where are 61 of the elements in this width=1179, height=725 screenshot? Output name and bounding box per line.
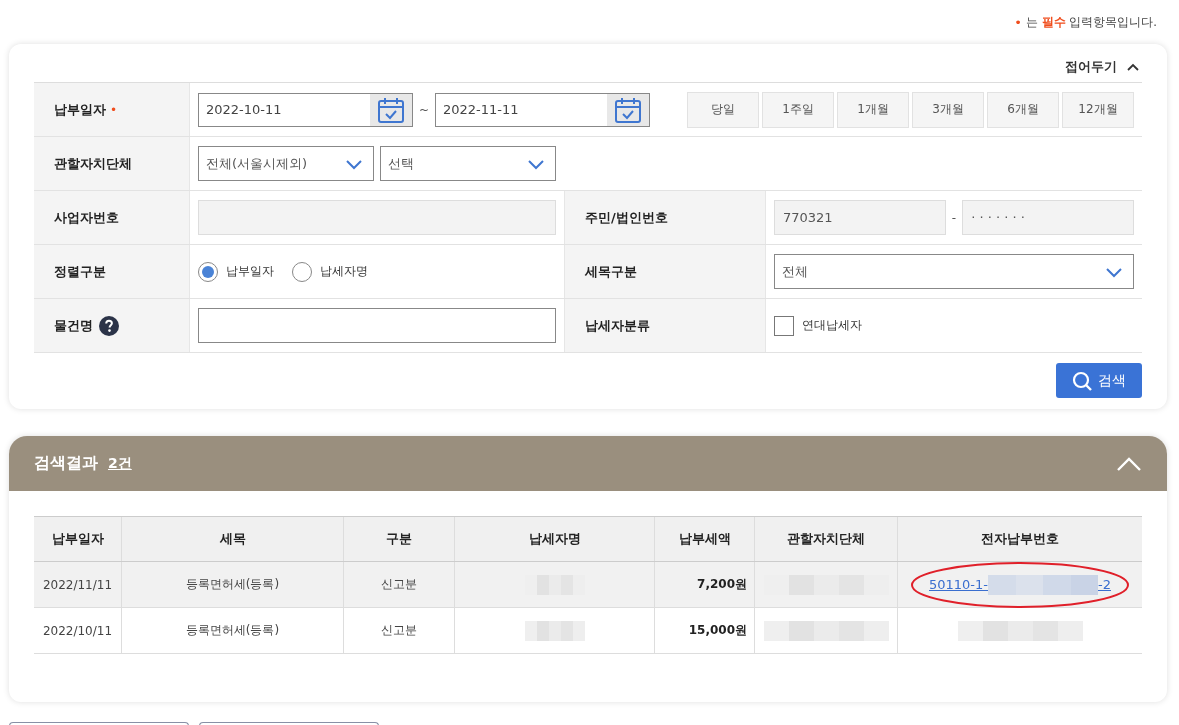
field-label: 주민/법인번호 bbox=[585, 208, 668, 227]
chevron-up-icon bbox=[1116, 455, 1142, 472]
select-dropdown[interactable]: 선택 bbox=[380, 146, 556, 181]
search-button[interactable]: 검색 bbox=[1056, 363, 1142, 398]
radio-label: 납세자명 bbox=[320, 263, 368, 280]
column-header: 납세자명 bbox=[455, 517, 655, 561]
chevron-down-icon bbox=[345, 157, 363, 170]
input-field[interactable] bbox=[198, 308, 556, 343]
table-cell: 15,000원 bbox=[655, 608, 755, 653]
column-header: 관할자치단체 bbox=[755, 517, 898, 561]
search-icon bbox=[1072, 370, 1092, 391]
period-button[interactable]: 1주일 bbox=[762, 91, 834, 128]
period-button[interactable]: 3개월 bbox=[912, 91, 984, 128]
checkbox-label: 연대납세자 bbox=[802, 317, 862, 334]
date-field[interactable]: 2022-11-11 bbox=[435, 92, 650, 127]
range-separator: ~ bbox=[418, 102, 430, 117]
table-cell: 7,200원 bbox=[655, 562, 755, 607]
period-button[interactable]: 6개월 bbox=[987, 91, 1059, 128]
radio-label: 납부일자 bbox=[226, 263, 274, 280]
period-button[interactable]: 1개월 bbox=[837, 91, 909, 128]
collapse-button[interactable]: 접어두기 bbox=[1065, 58, 1139, 76]
collapse-button[interactable] bbox=[1116, 455, 1142, 472]
required-mark: • bbox=[1014, 14, 1023, 30]
field-label: 정렬구분 bbox=[54, 262, 106, 281]
chevron-down-icon bbox=[527, 157, 545, 170]
period-button[interactable]: 12개월 bbox=[1062, 91, 1134, 128]
calendar-button[interactable] bbox=[369, 93, 412, 126]
redacted-mark bbox=[524, 620, 585, 641]
table-cell: 2022/11/11 bbox=[34, 562, 122, 607]
required-dot: • bbox=[110, 102, 118, 117]
results-title: 검색결과 bbox=[34, 453, 98, 474]
field-label: 세목구분 bbox=[585, 262, 637, 281]
calendar-icon bbox=[614, 95, 642, 124]
payment-number-link[interactable]: -2 bbox=[1098, 577, 1111, 592]
payment-number-link[interactable]: 50110-1- bbox=[929, 577, 988, 592]
column-header: 세목 bbox=[122, 517, 344, 561]
field-label: 사업자번호 bbox=[54, 208, 119, 227]
calendar-icon bbox=[376, 95, 405, 124]
table-cell: 2022/10/11 bbox=[34, 608, 122, 653]
chevron-up-icon bbox=[1127, 63, 1139, 71]
table-cell: 신고분 bbox=[344, 608, 455, 653]
checkbox[interactable] bbox=[774, 315, 794, 336]
column-header: 구분 bbox=[344, 517, 455, 561]
column-header: 납부일자 bbox=[34, 517, 122, 561]
chevron-down-icon bbox=[1105, 265, 1123, 278]
period-button[interactable]: 당일 bbox=[687, 91, 759, 128]
select-dropdown[interactable]: 전체(서울시제외) bbox=[198, 146, 374, 181]
calendar-button[interactable] bbox=[607, 93, 649, 126]
select-dropdown[interactable]: 전체 bbox=[774, 254, 1134, 289]
column-header: 납부세액 bbox=[655, 517, 755, 561]
table-cell: 등록면허세(등록) bbox=[122, 562, 344, 607]
table-cell: 등록면허세(등록) bbox=[122, 608, 344, 653]
required-notice: 는 필수 입력항목입니다. bbox=[1026, 14, 1157, 30]
field-label: 납부일자 bbox=[54, 100, 106, 119]
date-field[interactable]: 2022-10-11 bbox=[198, 92, 413, 127]
field-label: 납세자분류 bbox=[585, 316, 650, 335]
field-label: 물건명 bbox=[54, 316, 93, 335]
column-header: 전자납부번호 bbox=[980, 530, 1060, 548]
table-cell: 신고분 bbox=[344, 562, 455, 607]
field-label: 관할자치단체 bbox=[54, 154, 132, 173]
range-separator: - bbox=[951, 210, 957, 225]
